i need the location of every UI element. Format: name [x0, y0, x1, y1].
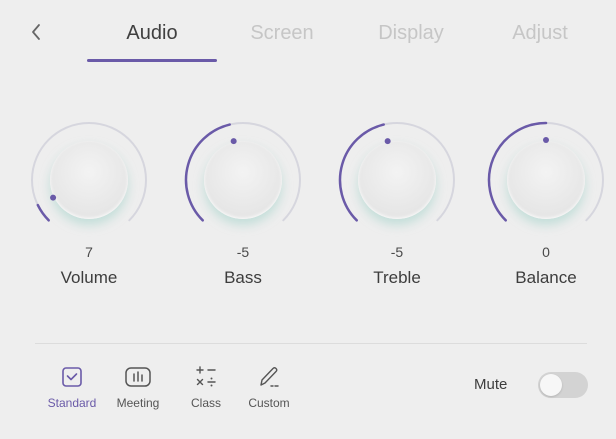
math-operators-icon: [196, 366, 216, 387]
bass-knob[interactable]: [183, 120, 303, 240]
mode-meeting[interactable]: Meeting: [106, 362, 170, 410]
checkbox-square-icon: [62, 367, 82, 387]
mute-toggle[interactable]: [538, 372, 588, 398]
active-tab-indicator: [87, 59, 217, 62]
tab-audio[interactable]: Audio: [102, 20, 202, 50]
balance-label: Balance: [515, 268, 577, 287]
pencil-icon: [260, 367, 279, 387]
treble-label: Treble: [373, 268, 421, 287]
treble-value: -5: [390, 244, 404, 260]
mode-class-label: Class: [190, 396, 221, 410]
balance-value: 0: [542, 244, 550, 260]
mode-meeting-label: Meeting: [116, 396, 160, 410]
bass-value: -5: [236, 244, 250, 260]
tab-display[interactable]: Display: [361, 20, 461, 50]
treble-control: -5 Treble: [337, 120, 457, 287]
mode-class[interactable]: Class: [174, 362, 238, 410]
mode-custom[interactable]: Custom: [237, 362, 301, 410]
bass-label: Bass: [224, 268, 262, 287]
mode-custom-label: Custom: [248, 396, 290, 410]
tab-bar: Audio Screen Display Adjust: [0, 0, 616, 62]
balance-control: 0 Balance: [486, 120, 606, 287]
volume-control: 7 Volume: [29, 120, 149, 287]
treble-knob[interactable]: [337, 120, 457, 240]
bass-control: -5 Bass: [183, 120, 303, 287]
equalizer-bars-icon: [125, 367, 151, 387]
balance-knob[interactable]: [486, 120, 606, 240]
mode-standard[interactable]: Standard: [40, 362, 104, 410]
volume-label: Volume: [60, 268, 118, 287]
volume-knob[interactable]: [29, 120, 149, 240]
mode-standard-label: Standard: [47, 396, 97, 410]
mute-label: Mute: [474, 376, 508, 393]
tab-screen[interactable]: Screen: [232, 20, 332, 50]
tab-adjust[interactable]: Adjust: [490, 20, 590, 50]
divider: [35, 343, 587, 344]
volume-value: 7: [85, 244, 93, 260]
mute-toggle-thumb: [540, 374, 562, 396]
